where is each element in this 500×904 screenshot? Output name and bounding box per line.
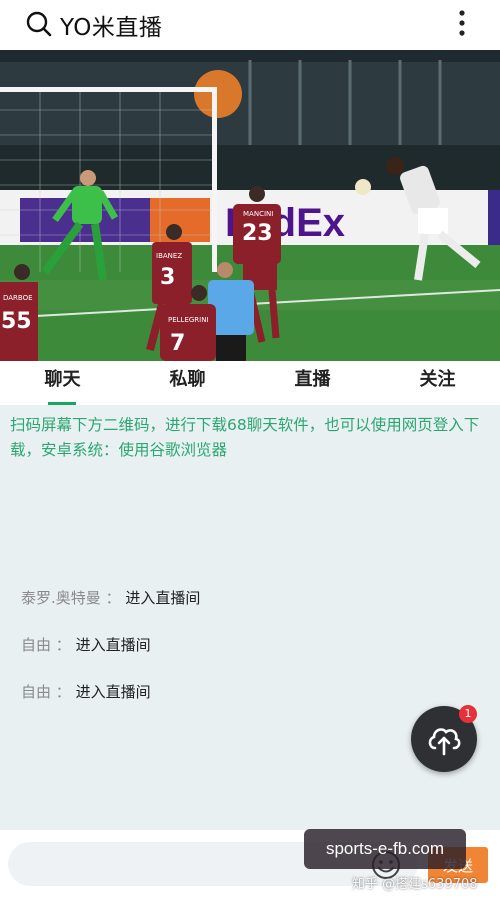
- chat-username[interactable]: 泰罗.奥特曼: [21, 589, 101, 607]
- chat-message: 自由 ： 进入直播间: [21, 681, 151, 702]
- chat-separator: ：: [55, 683, 71, 701]
- jersey-number: 55: [1, 309, 32, 334]
- more-vertical-icon[interactable]: [452, 8, 472, 40]
- chat-text: 进入直播间: [75, 683, 151, 701]
- jersey-name: MANCINI: [243, 210, 273, 218]
- live-video-player[interactable]: FedEx 55 DARBOE 3 IBANEZ 23 MANCINI 7 PE…: [0, 50, 500, 361]
- top-bar: YO米直播: [0, 0, 500, 50]
- jersey-number: 23: [242, 221, 273, 246]
- chat-username[interactable]: 自由: [21, 636, 51, 654]
- cloud-upload-icon: [428, 728, 461, 756]
- tab-private-chat[interactable]: 私聊: [125, 361, 250, 405]
- search-icon[interactable]: [25, 10, 53, 38]
- chat-separator: ：: [105, 589, 121, 607]
- jersey-name: IBANEZ: [156, 252, 182, 260]
- chat-message: 自由 ： 进入直播间: [21, 634, 151, 655]
- jersey-name: PELLEGRINI: [168, 316, 209, 324]
- jersey-name: DARBOE: [3, 294, 33, 302]
- tab-bar: 聊天 私聊 直播 关注: [0, 361, 500, 406]
- zhihu-watermark: 知乎 @搭建s639708: [352, 877, 478, 892]
- tab-chat[interactable]: 聊天: [0, 361, 125, 405]
- site-watermark: sports-e-fb.com: [304, 829, 466, 869]
- app-title: YO米直播: [60, 15, 163, 41]
- chat-text: 进入直播间: [75, 636, 151, 654]
- chat-message: 泰罗.奥特曼 ： 进入直播间: [21, 587, 200, 608]
- tab-follow[interactable]: 关注: [375, 361, 500, 405]
- chat-text: 进入直播间: [125, 589, 201, 607]
- notification-badge: 1: [459, 705, 477, 723]
- download-notice: 扫码屏幕下方二维码，进行下载68聊天软件，也可以使用网页登入下载，安卓系统：使用…: [10, 416, 480, 459]
- jersey-number: 3: [160, 265, 175, 290]
- chat-separator: ：: [55, 636, 71, 654]
- jersey-number: 7: [170, 331, 185, 356]
- tab-live[interactable]: 直播: [250, 361, 375, 405]
- chat-username[interactable]: 自由: [21, 683, 51, 701]
- video-frame: FedEx 55 DARBOE 3 IBANEZ 23 MANCINI 7 PE…: [0, 50, 500, 361]
